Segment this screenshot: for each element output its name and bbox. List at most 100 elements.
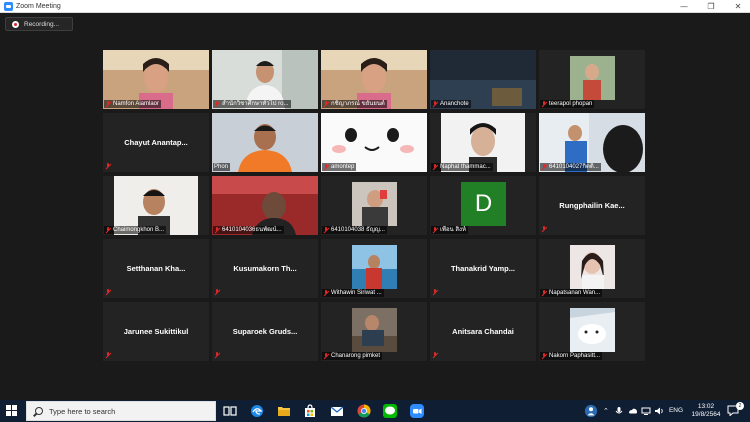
participant-name: Nakorn Paphasitt...	[549, 353, 601, 359]
muted-mic-icon	[323, 226, 329, 234]
participant-name-label: 6410104036ธนพัฒน์...	[213, 226, 284, 234]
participant-tile[interactable]: กชิญาภรณ์ ขยันยนต์	[321, 50, 427, 109]
muted-mic-icon	[105, 289, 111, 296]
people-icon[interactable]	[584, 404, 598, 418]
chrome-icon[interactable]	[356, 403, 372, 419]
language-indicator[interactable]: ENG	[667, 407, 685, 415]
participant-name: 6410104027กิตติ...	[549, 164, 599, 170]
participant-tile[interactable]: Ananchote	[430, 50, 536, 109]
taskbar-search-box[interactable]: Type here to search	[26, 401, 216, 421]
participant-video	[352, 245, 397, 289]
record-icon	[12, 21, 19, 28]
participant-name-label: Chaimongkhon B...	[104, 226, 167, 234]
muted-mic-icon	[541, 100, 547, 108]
participant-name: กชิญาภรณ์ ขยันยนต์	[331, 101, 385, 107]
muted-mic-icon	[105, 352, 111, 359]
participant-tile[interactable]: Withawin Siriwat ...	[321, 239, 427, 298]
participant-name-label: เพื่อน สิงห์	[431, 226, 468, 234]
minimize-button[interactable]: —	[672, 0, 696, 13]
participant-tile[interactable]: Jarunee Sukittikul	[103, 302, 209, 361]
participant-name-label: Phon	[213, 163, 231, 171]
show-hidden-icons-icon[interactable]: ⌃	[603, 407, 609, 415]
participant-name-label: สำนักวิชาศึกษาทั่วไป ro...	[213, 100, 291, 108]
participant-tile[interactable]: Chaimongkhon B...	[103, 176, 209, 235]
zoom-icon[interactable]	[409, 403, 425, 419]
participant-tile[interactable]: 6410104036ธนพัฒน์...	[212, 176, 318, 235]
store-icon[interactable]	[302, 403, 318, 419]
participant-tile[interactable]: Anitsara Chandai	[430, 302, 536, 361]
participant-tile[interactable]: Napatsanan Wan...	[539, 239, 645, 298]
participant-tile[interactable]: Naphat thammac...	[430, 113, 536, 172]
clock-time[interactable]: 13:02	[688, 403, 724, 411]
muted-mic-icon	[323, 352, 329, 360]
participant-name-label: Ananchote	[431, 100, 471, 108]
participant-name-center: Thanakrid Yamp...	[450, 264, 516, 273]
file-explorer-icon[interactable]	[276, 403, 292, 419]
participant-tile[interactable]: Nakorn Paphasitt...	[539, 302, 645, 361]
participant-tile[interactable]: สำนักวิชาศึกษาทั่วไป ro...	[212, 50, 318, 109]
recording-indicator[interactable]: Recording...	[5, 17, 73, 31]
participant-name: Chanarong pimket	[331, 353, 381, 359]
participant-tile[interactable]: Rungphailin Kae...	[539, 176, 645, 235]
participant-name: Namfon Aiamlaor	[113, 101, 160, 107]
clock-date[interactable]: 19/8/2564	[688, 411, 724, 419]
participant-name: Withawin Siriwat ...	[331, 290, 382, 296]
muted-mic-icon	[432, 100, 438, 108]
gallery-view: Namfon Aiamlaor สำนักวิชาศึกษาทั่วไป ro..…	[103, 50, 646, 362]
maximize-button[interactable]: ❐	[699, 0, 723, 13]
participant-name-center: Kusumakorn Th...	[233, 264, 297, 273]
participant-tile[interactable]: D เพื่อน สิงห์	[430, 176, 536, 235]
participant-tile[interactable]: Setthanan Kha...	[103, 239, 209, 298]
participant-video	[570, 245, 615, 289]
muted-mic-icon	[432, 163, 438, 171]
participant-name: เพื่อน สิงห์	[440, 227, 466, 233]
participant-tile[interactable]: Namfon Aiamlaor	[103, 50, 209, 109]
muted-mic-icon	[214, 352, 220, 359]
windows-start-button[interactable]	[6, 405, 18, 417]
recording-label: Recording...	[24, 21, 60, 28]
participant-tile[interactable]: Chayut Anantap...	[103, 113, 209, 172]
taskbar-search-placeholder: Type here to search	[49, 407, 116, 416]
participant-tile[interactable]: Phon	[212, 113, 318, 172]
participant-tile[interactable]: 6410104027กิตติ...	[539, 113, 645, 172]
participant-name-label: Withawin Siriwat ...	[322, 289, 384, 297]
participant-video	[570, 308, 615, 352]
participant-tile[interactable]: amontep	[321, 113, 427, 172]
onedrive-icon[interactable]	[628, 406, 638, 416]
participant-name-label: amontep	[322, 163, 357, 171]
zoom-logo-icon	[4, 2, 13, 11]
participant-tile[interactable]: Suparoek Gruds...	[212, 302, 318, 361]
participant-name-label: Naphat thammac...	[431, 163, 493, 171]
participant-name-label: teerapol phopan	[540, 100, 595, 108]
mail-icon[interactable]	[329, 403, 345, 419]
participant-video	[352, 308, 397, 352]
muted-mic-icon	[323, 163, 329, 171]
participant-name-label: Namfon Aiamlaor	[104, 100, 162, 108]
participant-tile[interactable]: Kusumakorn Th...	[212, 239, 318, 298]
window-title: Zoom Meeting	[16, 3, 61, 10]
participant-name-center: Chayut Anantap...	[124, 138, 188, 147]
participant-tile[interactable]: teerapol phopan	[539, 50, 645, 109]
participant-tile[interactable]: 6410104038 ธัญญ...	[321, 176, 427, 235]
microphone-icon[interactable]	[614, 406, 624, 416]
notification-badge: 2	[736, 402, 744, 410]
participant-tile[interactable]: Chanarong pimket	[321, 302, 427, 361]
line-icon[interactable]	[382, 403, 398, 419]
muted-mic-icon	[105, 163, 111, 170]
participant-name: สำนักวิชาศึกษาทั่วไป ro...	[222, 101, 289, 107]
title-bar: Zoom Meeting — ❐ ✕	[0, 0, 750, 13]
participant-name: Ananchote	[440, 101, 469, 107]
participant-name: amontep	[331, 164, 355, 170]
network-icon[interactable]	[641, 406, 651, 416]
close-button[interactable]: ✕	[726, 0, 750, 13]
edge-icon[interactable]	[249, 403, 265, 419]
participant-name: Phon	[214, 164, 229, 170]
participant-name-label: Chanarong pimket	[322, 352, 383, 360]
task-view-icon[interactable]	[222, 403, 238, 419]
participant-name-center: Jarunee Sukittikul	[123, 327, 189, 336]
speaker-icon[interactable]	[654, 406, 665, 416]
muted-mic-icon	[432, 352, 438, 359]
participant-tile[interactable]: Thanakrid Yamp...	[430, 239, 536, 298]
participant-name-label: Nakorn Paphasitt...	[540, 352, 603, 360]
zoom-window: Zoom Meeting — ❐ ✕ Recording... Namfon A…	[0, 0, 750, 400]
